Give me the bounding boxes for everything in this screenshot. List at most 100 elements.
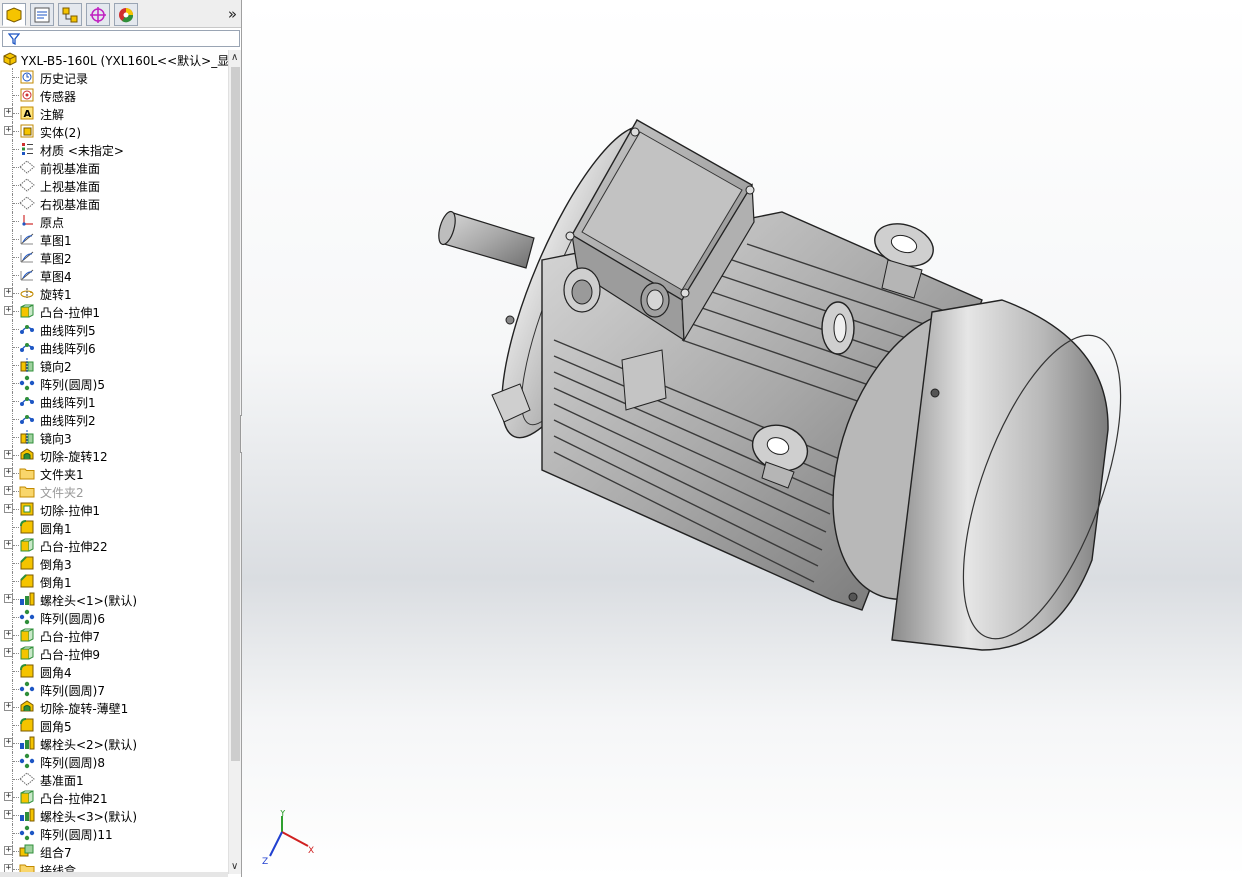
feature-tree-item[interactable]: 曲线阵列6 — [0, 338, 228, 356]
horizontal-scrollbar[interactable] — [0, 872, 228, 877]
feature-tree-item[interactable]: 基准面1 — [0, 770, 228, 788]
expand-toggle-icon[interactable]: + — [4, 738, 13, 747]
expand-toggle-icon[interactable]: + — [4, 540, 13, 549]
fillet-icon — [19, 717, 35, 733]
feature-tree-item[interactable]: 曲线阵列2 — [0, 410, 228, 428]
feature-tree-item[interactable]: + 切除-拉伸1 — [0, 500, 228, 518]
feature-tree-item[interactable]: 阵列(圆周)5 — [0, 374, 228, 392]
feature-tree-item[interactable]: + 凸台-拉伸21 — [0, 788, 228, 806]
feature-label: 实体(2) — [40, 126, 81, 140]
scroll-down-arrow-icon[interactable]: ∨ — [231, 861, 238, 872]
expand-toggle-icon[interactable]: + — [4, 702, 13, 711]
feature-label: 倒角3 — [40, 558, 72, 572]
triad-z-axis — [269, 831, 283, 857]
feature-tree-item[interactable]: + 文件夹1 — [0, 464, 228, 482]
tab-overflow-button[interactable]: » — [228, 5, 237, 23]
lifting-eye[interactable] — [821, 301, 855, 355]
feature-tree-item[interactable]: + 凸台-拉伸9 — [0, 644, 228, 662]
expand-toggle-icon[interactable]: + — [4, 648, 13, 657]
tab-property-manager[interactable] — [30, 3, 54, 26]
feature-tree-item[interactable]: + 凸台-拉伸7 — [0, 626, 228, 644]
expand-toggle-icon[interactable]: + — [4, 846, 13, 855]
feature-tree-item[interactable]: 草图1 — [0, 230, 228, 248]
feature-tree-item[interactable]: 原点 — [0, 212, 228, 230]
feature-tree-item[interactable]: 阵列(圆周)11 — [0, 824, 228, 842]
expand-toggle-icon[interactable]: + — [4, 792, 13, 801]
expand-toggle-icon[interactable]: + — [4, 504, 13, 513]
boss-extrude-icon — [19, 537, 35, 553]
feature-tree-item[interactable]: + A 注解 — [0, 104, 228, 122]
feature-tree-item[interactable]: + 切除-旋转-薄壁1 — [0, 698, 228, 716]
feature-tree-item[interactable]: + 实体(2) — [0, 122, 228, 140]
plane-icon — [19, 159, 35, 175]
feature-label: 文件夹2 — [40, 486, 84, 500]
feature-tree-item[interactable]: 曲线阵列5 — [0, 320, 228, 338]
expand-toggle-icon[interactable]: + — [4, 450, 13, 459]
feature-tree-item[interactable]: + 文件夹2 — [0, 482, 228, 500]
expand-toggle-icon[interactable]: + — [4, 594, 13, 603]
feature-filter-input[interactable] — [2, 30, 240, 47]
feature-label: 传感器 — [40, 90, 77, 104]
scroll-up-arrow-icon[interactable]: ∧ — [231, 52, 238, 63]
feature-tree-item[interactable]: 倒角1 — [0, 572, 228, 590]
feature-tree-item[interactable]: + 凸台-拉伸1 — [0, 302, 228, 320]
graphics-viewport[interactable]: Y X Z — [242, 0, 1242, 877]
tree-scrollbar[interactable]: ∧ ∨ — [228, 50, 241, 874]
feature-tree-item[interactable]: 阵列(圆周)6 — [0, 608, 228, 626]
expand-toggle-icon[interactable]: + — [4, 108, 13, 117]
expand-toggle-icon[interactable]: + — [4, 288, 13, 297]
feature-tree-item[interactable]: 前视基准面 — [0, 158, 228, 176]
part-root-node[interactable]: YXL-B5-160L (YXL160L<<默认>_显示 — [0, 50, 228, 68]
feature-tree-item[interactable]: + 切除-旋转12 — [0, 446, 228, 464]
feature-tree-item[interactable]: 倒角3 — [0, 554, 228, 572]
feature-tree-item[interactable]: 材质 <未指定> — [0, 140, 228, 158]
feature-tree-item[interactable]: 曲线阵列1 — [0, 392, 228, 410]
feature-tree-item[interactable]: 右视基准面 — [0, 194, 228, 212]
feature-tree-item[interactable]: 镜向2 — [0, 356, 228, 374]
feature-tree-item[interactable]: 阵列(圆周)7 — [0, 680, 228, 698]
scroll-thumb[interactable] — [231, 67, 240, 761]
chamfer-icon — [19, 555, 35, 571]
tab-configuration-manager[interactable] — [58, 3, 82, 26]
part-name: YXL-B5-160L (YXL160L<<默认>_显示 — [21, 54, 228, 68]
feature-label: 前视基准面 — [40, 162, 101, 176]
feature-tree-item[interactable]: 阵列(圆周)8 — [0, 752, 228, 770]
tab-display-manager[interactable] — [114, 3, 138, 26]
feature-tree-item[interactable]: 圆角4 — [0, 662, 228, 680]
expand-toggle-icon[interactable]: + — [4, 486, 13, 495]
feature-tree-item[interactable]: 圆角1 — [0, 518, 228, 536]
motor-model[interactable] — [242, 0, 1242, 877]
expand-toggle-icon[interactable]: + — [4, 468, 13, 477]
feature-tree-item[interactable]: + 螺栓头<1>(默认) — [0, 590, 228, 608]
folder-icon — [19, 483, 35, 499]
feature-label: 镜向2 — [40, 360, 72, 374]
tab-dimxpert-manager[interactable] — [86, 3, 110, 26]
feature-tree-item[interactable]: 圆角5 — [0, 716, 228, 734]
sensor-icon — [19, 87, 35, 103]
feature-tree-item[interactable]: 镜向3 — [0, 428, 228, 446]
feature-tree-item[interactable]: 传感器 — [0, 86, 228, 104]
material-icon — [19, 141, 35, 157]
boss-extrude-icon — [19, 627, 35, 643]
feature-manager-icon — [6, 6, 22, 23]
tab-feature-manager[interactable] — [2, 3, 26, 26]
expand-toggle-icon[interactable]: + — [4, 126, 13, 135]
triad-z-label: Z — [262, 857, 268, 867]
feature-tree-item[interactable]: + 螺栓头<3>(默认) — [0, 806, 228, 824]
feature-tree-item[interactable]: 草图2 — [0, 248, 228, 266]
feature-label: 凸台-拉伸22 — [40, 540, 108, 554]
feature-tree-item[interactable]: + 旋转1 — [0, 284, 228, 302]
circular-pattern-icon — [19, 825, 35, 841]
expand-toggle-icon[interactable]: + — [4, 306, 13, 315]
feature-tree-item[interactable]: 上视基准面 — [0, 176, 228, 194]
feature-tree-item[interactable]: 草图4 — [0, 266, 228, 284]
feature-tree-item[interactable]: + 螺栓头<2>(默认) — [0, 734, 228, 752]
library-feature-icon — [19, 591, 35, 607]
feature-tree-item[interactable]: + 凸台-拉伸22 — [0, 536, 228, 554]
expand-toggle-icon[interactable]: + — [4, 810, 13, 819]
motor-shaft[interactable] — [436, 210, 535, 269]
feature-tree-item[interactable]: 历史记录 — [0, 68, 228, 86]
feature-label: 上视基准面 — [40, 180, 101, 194]
expand-toggle-icon[interactable]: + — [4, 630, 13, 639]
feature-tree-item[interactable]: + 组合7 — [0, 842, 228, 860]
